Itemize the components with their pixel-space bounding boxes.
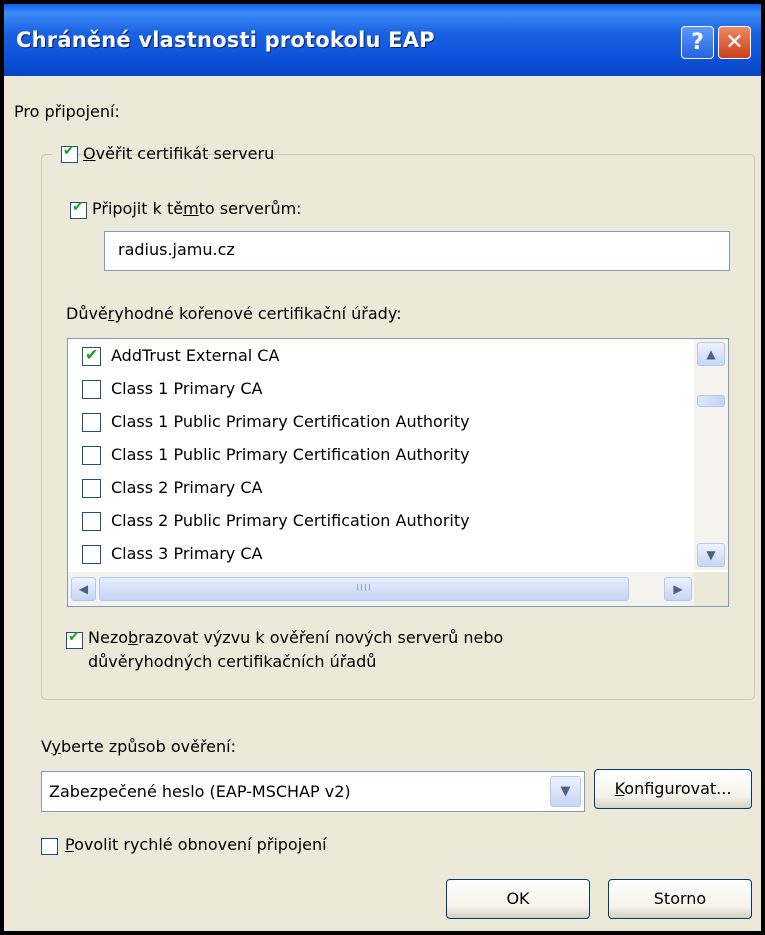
fast-reconnect-label[interactable]: Povolit rychlé obnovení připojení xyxy=(65,835,327,854)
no-prompt-label-line1[interactable]: Nezobrazovat výzvu k ověření nových serv… xyxy=(88,628,503,647)
ca-name: Class 1 Public Primary Certification Aut… xyxy=(111,445,470,464)
help-button[interactable]: ? xyxy=(681,26,714,59)
chevron-down-icon: ▼ xyxy=(560,784,571,799)
horizontal-scroll-thumb[interactable]: IIII xyxy=(99,577,629,601)
scroll-up-button[interactable]: ▲ xyxy=(697,342,725,366)
ca-list-item[interactable]: Class 1 Public Primary Certification Aut… xyxy=(68,438,693,472)
trusted-ca-list[interactable]: AddTrust External CA Class 1 Primary CA … xyxy=(67,338,729,607)
auth-method-select[interactable]: Zabezpečené heslo (EAP-MSCHAP v2) ▼ xyxy=(41,771,585,812)
ca-list-item[interactable]: Class 2 Primary CA xyxy=(68,471,693,505)
trusted-ca-label: Důvěryhodné kořenové certifikační úřady: xyxy=(66,304,402,323)
ca-name: AddTrust External CA xyxy=(111,346,280,365)
ca-list-item[interactable]: Class 1 Public Primary Certification Aut… xyxy=(68,405,693,439)
no-prompt-label-line2[interactable]: důvěryhodných certifikačních úřadů xyxy=(88,652,376,671)
auth-method-label: Vyberte způsob ověření: xyxy=(41,737,236,756)
chevron-up-icon: ▲ xyxy=(706,347,716,361)
title-bar[interactable]: Chráněné vlastnosti protokolu EAP ? ✕ xyxy=(4,4,761,76)
connect-to-servers-checkbox[interactable] xyxy=(70,199,87,219)
ca-checkbox[interactable] xyxy=(82,446,101,465)
ca-checkbox[interactable] xyxy=(82,479,101,498)
configure-button[interactable]: Konfigurovat... xyxy=(594,769,752,809)
for-connection-label: Pro připojení: xyxy=(14,102,120,121)
scrollbar-corner xyxy=(694,572,728,606)
ca-list-item[interactable]: Class 2 Public Primary Certification Aut… xyxy=(68,504,693,538)
vertical-scroll-thumb[interactable] xyxy=(697,395,725,407)
fast-reconnect-checkbox[interactable] xyxy=(41,838,58,855)
ca-name: Class 2 Public Primary Certification Aut… xyxy=(111,511,470,530)
scroll-left-button[interactable]: ◀ xyxy=(71,577,96,601)
ok-button[interactable]: OK xyxy=(446,879,590,919)
ca-list-item[interactable]: Class 1 Primary CA xyxy=(68,372,693,406)
question-mark-icon: ? xyxy=(691,30,704,55)
scroll-right-button[interactable]: ▶ xyxy=(664,577,692,601)
verify-cert-label[interactable]: Ověřit certifikát serveru xyxy=(83,144,274,163)
ca-name: Class 1 Primary CA xyxy=(111,379,263,398)
auth-method-value: Zabezpečené heslo (EAP-MSCHAP v2) xyxy=(49,782,351,801)
close-icon: ✕ xyxy=(725,30,744,55)
ca-checkbox[interactable] xyxy=(82,345,101,366)
no-prompt-checkbox[interactable] xyxy=(66,629,83,649)
ca-name: Class 1 Public Primary Certification Aut… xyxy=(111,412,470,431)
ca-name: Class 2 Primary CA xyxy=(111,478,263,497)
ca-name: Class 3 Primary CA xyxy=(111,544,263,563)
auth-method-dropdown-button[interactable]: ▼ xyxy=(550,776,581,807)
chevron-down-icon: ▼ xyxy=(706,548,716,562)
close-button[interactable]: ✕ xyxy=(718,26,751,59)
chevron-left-icon: ◀ xyxy=(78,582,89,596)
cancel-button[interactable]: Storno xyxy=(608,879,752,919)
ca-checkbox[interactable] xyxy=(82,380,101,399)
ca-checkbox[interactable] xyxy=(82,545,101,564)
ca-checkbox[interactable] xyxy=(82,413,101,432)
eap-properties-dialog: Chráněné vlastnosti protokolu EAP ? ✕ Pr… xyxy=(0,0,765,935)
ca-list-item[interactable]: AddTrust External CA xyxy=(68,339,693,373)
server-names-input[interactable]: radius.jamu.cz xyxy=(104,231,730,271)
connect-to-servers-label[interactable]: Připojit k těmto serverům: xyxy=(92,199,302,218)
horizontal-scrollbar[interactable]: ◀ IIII ▶ xyxy=(68,572,728,606)
ca-checkbox[interactable] xyxy=(82,512,101,531)
grip-icon: IIII xyxy=(356,583,372,594)
vertical-scrollbar[interactable]: ▲ ▼ xyxy=(694,339,728,570)
ca-list-item[interactable]: Class 3 Primary CA xyxy=(68,537,693,571)
server-names-value: radius.jamu.cz xyxy=(118,240,235,259)
dialog-title: Chráněné vlastnosti protokolu EAP xyxy=(16,28,435,52)
scroll-down-button[interactable]: ▼ xyxy=(697,543,725,567)
chevron-right-icon: ▶ xyxy=(673,582,683,596)
verify-cert-checkbox[interactable] xyxy=(61,143,78,163)
